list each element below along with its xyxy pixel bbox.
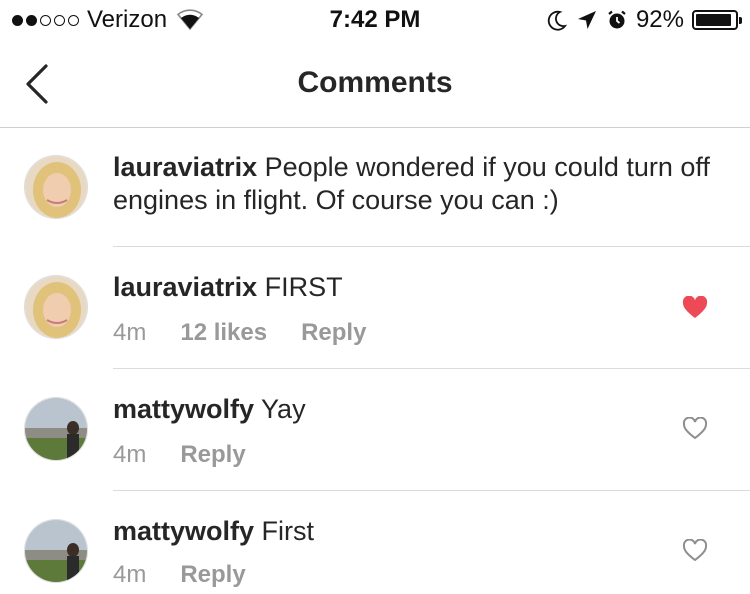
- heart-filled-icon[interactable]: [682, 296, 708, 320]
- battery-percent: 92%: [635, 6, 684, 33]
- reply-button[interactable]: Reply: [180, 561, 245, 589]
- moon-icon: [547, 10, 568, 31]
- comment-item: mattywolfy Yay 4m Reply: [0, 369, 750, 490]
- comment-meta: 4m Reply: [113, 561, 246, 589]
- comment-username[interactable]: lauraviatrix: [113, 272, 257, 302]
- comment-text: mattywolfy First: [113, 515, 723, 548]
- comment-item: lauraviatrix FIRST 4m 12 likes Reply: [0, 247, 750, 368]
- comment-username[interactable]: mattywolfy: [113, 516, 254, 546]
- caption-text: lauraviatrix People wondered if you coul…: [113, 151, 723, 217]
- comment-username[interactable]: lauraviatrix: [113, 152, 257, 182]
- caption-item: lauraviatrix People wondered if you coul…: [0, 128, 750, 246]
- alarm-icon: [608, 10, 626, 29]
- status-icons: 92%: [546, 6, 742, 34]
- reply-button[interactable]: Reply: [301, 319, 366, 347]
- comment-time: 4m: [113, 561, 147, 588]
- comment-body: Yay: [261, 394, 306, 424]
- comment-meta: 4m 12 likes Reply: [113, 319, 366, 347]
- likes-count[interactable]: 12 likes: [180, 319, 267, 347]
- avatar[interactable]: [24, 519, 88, 583]
- avatar[interactable]: [24, 155, 88, 219]
- comment-body: FIRST: [264, 272, 343, 302]
- comment-text: mattywolfy Yay: [113, 393, 723, 426]
- battery-level: [696, 14, 731, 26]
- navigation-bar: Comments: [0, 40, 750, 128]
- avatar[interactable]: [24, 275, 88, 339]
- heart-outline-icon[interactable]: [682, 539, 708, 563]
- reply-button[interactable]: Reply: [180, 441, 245, 469]
- comment-time: 4m: [113, 441, 147, 468]
- comment-username[interactable]: mattywolfy: [113, 394, 254, 424]
- heart-outline-icon[interactable]: [682, 417, 708, 441]
- comment-time: 4m: [113, 319, 147, 346]
- comment-meta: 4m Reply: [113, 441, 246, 469]
- comment-text: lauraviatrix FIRST: [113, 271, 723, 304]
- comment-body: First: [261, 516, 315, 546]
- status-bar: Verizon 7:42 PM 92%: [0, 0, 750, 40]
- avatar[interactable]: [24, 397, 88, 461]
- page-title: Comments: [297, 66, 453, 99]
- comment-item: mattywolfy First 4m Reply: [0, 491, 750, 594]
- location-arrow-icon: [577, 11, 596, 29]
- battery-icon: [692, 10, 742, 30]
